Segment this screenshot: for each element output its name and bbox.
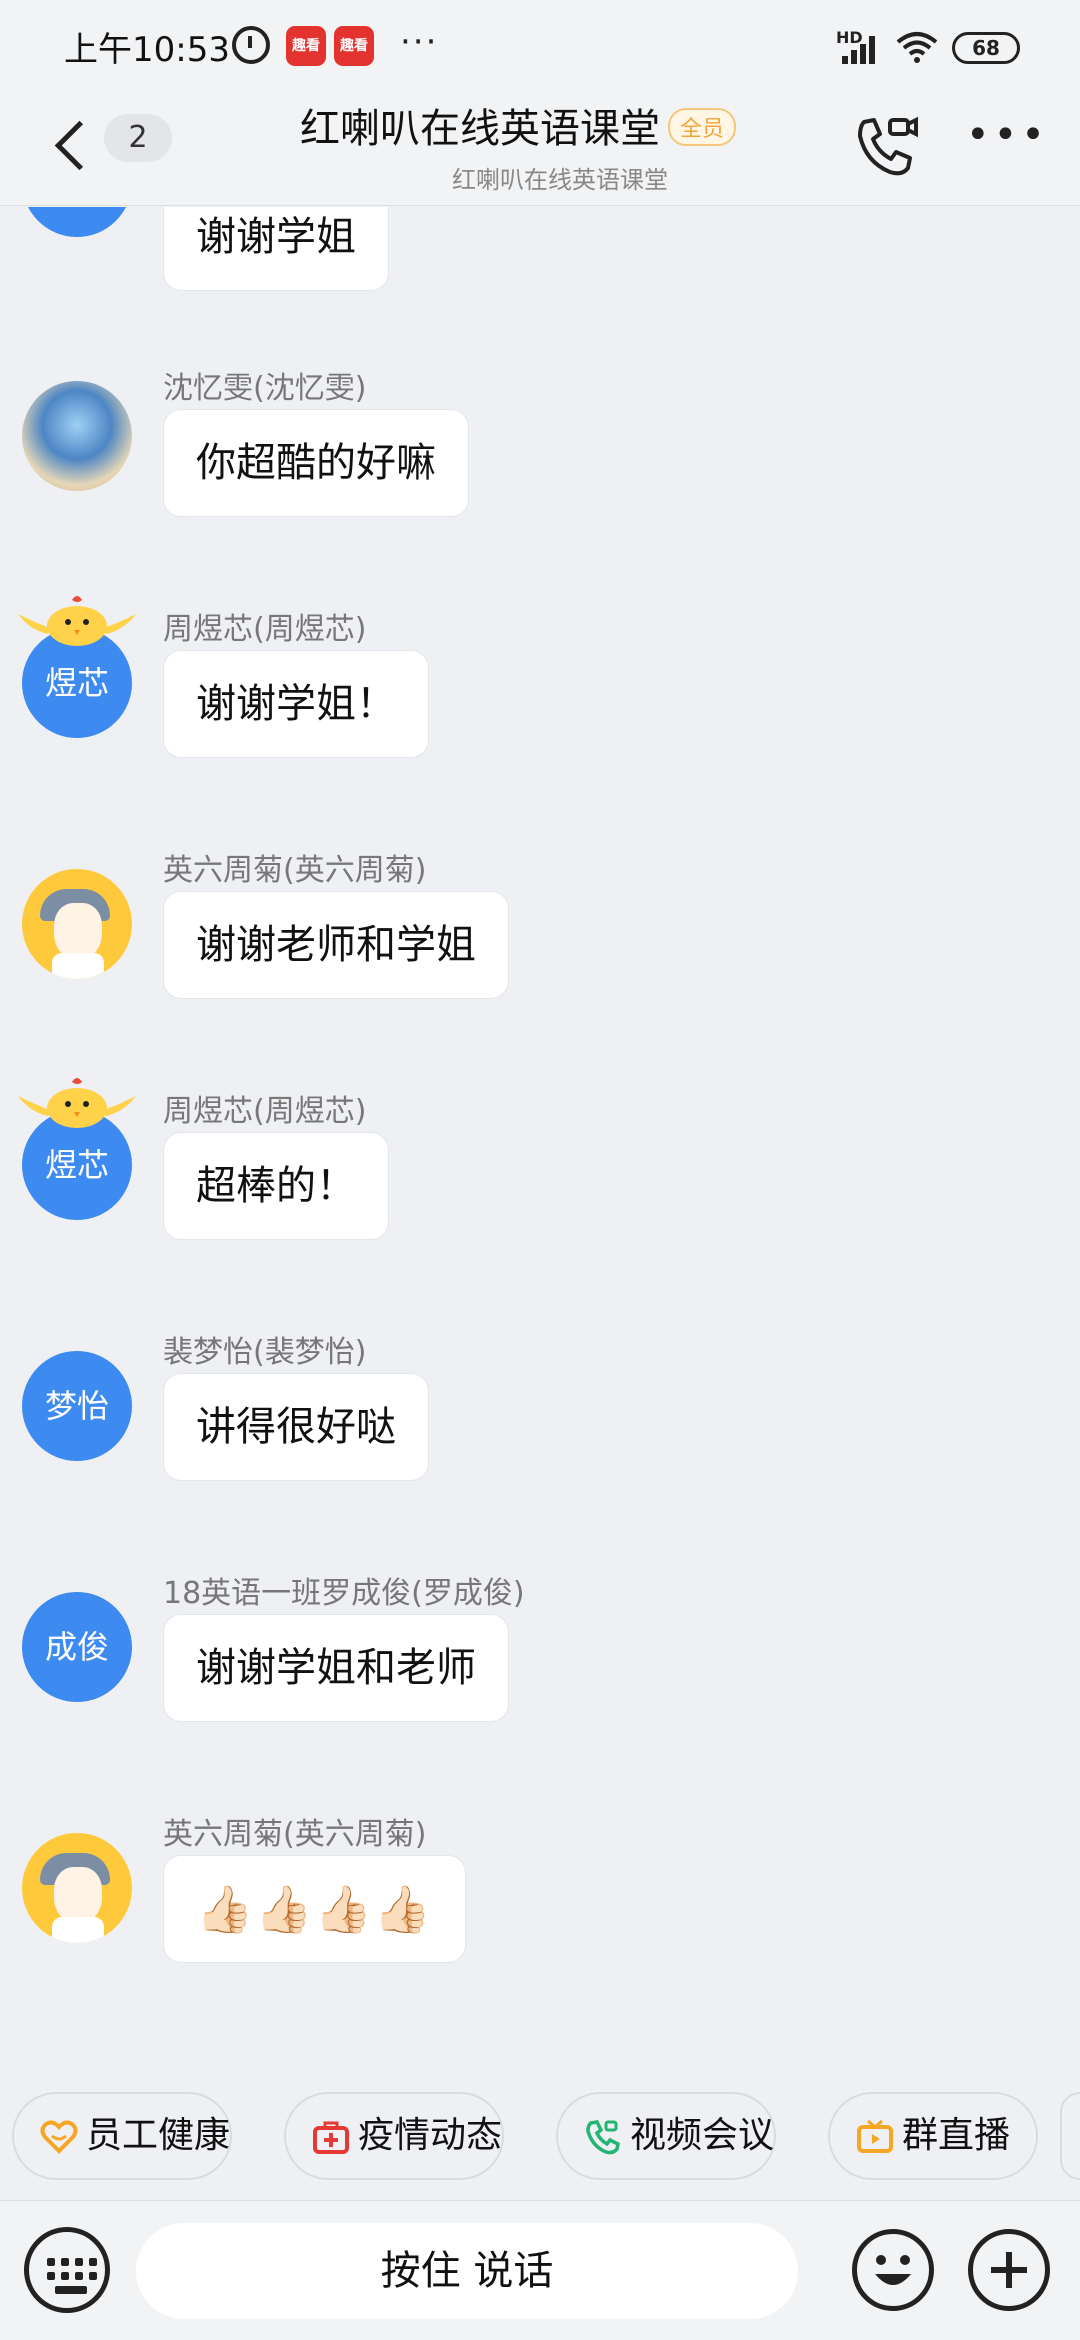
message-bubble[interactable]: 谢谢学姐！ <box>163 650 429 758</box>
sender-name: 英六周菊(英六周菊) <box>163 1817 427 1852</box>
alarm-icon <box>232 26 270 64</box>
avatar[interactable] <box>22 207 132 237</box>
shortcut-label: 疫情动态 <box>358 2115 503 2156</box>
sender-name: 英六周菊(英六周菊) <box>163 853 427 888</box>
shortcut-label: 视频会议 <box>630 2115 775 2156</box>
message-bubble[interactable]: 你超酷的好嘛 <box>163 409 469 517</box>
member-badge: 全员 <box>668 108 737 146</box>
shortcut-more[interactable] <box>1060 2092 1080 2180</box>
emoji-icon[interactable] <box>852 2229 934 2311</box>
shortcut-employee-health[interactable]: 员工健康 <box>12 2092 233 2180</box>
sender-name: 沈忆雯(沈忆雯) <box>163 371 367 406</box>
avatar[interactable]: 成俊 <box>22 1592 132 1702</box>
medical-kit-icon <box>313 2121 349 2154</box>
more-notifications-icon: ··· <box>400 22 439 62</box>
shortcut-epidemic-news[interactable]: 疫情动态 <box>284 2092 505 2180</box>
title-area[interactable]: 红喇叭在线英语课堂 全员 红喇叭在线英语课堂 <box>300 96 800 194</box>
chat-title: 红喇叭在线英语课堂 <box>300 106 660 152</box>
more-options-icon[interactable]: ••• <box>966 115 1045 170</box>
input-bar: 按住 说话 <box>0 2200 1080 2340</box>
battery-icon: 68 <box>952 32 1020 64</box>
message-bubble[interactable]: 谢谢学姐和老师 <box>163 1614 509 1722</box>
shortcut-video-meeting[interactable]: 视频会议 <box>556 2092 777 2180</box>
chick-decoration-icon <box>18 1078 136 1128</box>
message-bubble[interactable]: 👍🏻👍🏻👍🏻👍🏻 <box>163 1855 467 1963</box>
add-plus-icon[interactable] <box>968 2229 1050 2311</box>
app-notification-icon: 趣看 <box>286 26 326 66</box>
message-bubble[interactable]: 超棒的！ <box>163 1132 389 1240</box>
chat-header: 2 红喇叭在线英语课堂 全员 红喇叭在线英语课堂 ••• <box>0 90 1080 206</box>
avatar[interactable] <box>22 869 132 979</box>
chick-decoration-icon <box>18 596 136 646</box>
sender-name: 18英语一班罗成俊(罗成俊) <box>163 1576 525 1611</box>
shortcut-label: 员工健康 <box>86 2115 231 2156</box>
status-time: 上午10:53 <box>64 30 230 70</box>
avatar[interactable] <box>22 381 132 491</box>
avatar[interactable]: 梦怡 <box>22 1351 132 1461</box>
shortcut-group-live[interactable]: 群直播 <box>828 2092 1038 2180</box>
sender-name: 周煜芯(周煜芯) <box>163 1094 367 1129</box>
message-bubble[interactable]: 讲得很好哒 <box>163 1373 429 1481</box>
app-notification-icon: 趣看 <box>334 26 374 66</box>
signal-icon <box>842 34 882 64</box>
live-tv-icon <box>857 2119 893 2153</box>
video-call-icon[interactable] <box>850 112 920 182</box>
avatar[interactable] <box>22 1833 132 1943</box>
wifi-icon <box>896 32 938 63</box>
message-bubble[interactable]: 谢谢老师和学姐 <box>163 891 509 999</box>
message-bubble[interactable]: 谢谢学姐 <box>163 207 389 291</box>
sender-name: 裴梦怡(裴梦怡) <box>163 1335 367 1370</box>
hold-to-talk-button[interactable]: 按住 说话 <box>136 2223 798 2319</box>
message-list[interactable]: 谢谢学姐 沈忆雯(沈忆雯) 你超酷的好嘛 煜芯 周煜芯(周煜芯) 谢谢学姐！ 英… <box>0 207 1080 2057</box>
shortcut-label: 群直播 <box>902 2115 1011 2156</box>
sender-name: 周煜芯(周煜芯) <box>163 612 367 647</box>
unread-count-badge[interactable]: 2 <box>104 114 172 162</box>
chat-subtitle: 红喇叭在线英语课堂 <box>452 166 668 194</box>
keyboard-icon[interactable] <box>24 2227 110 2313</box>
heart-icon <box>40 2120 78 2154</box>
quick-shortcuts: 员工健康 疫情动态 视频会议 群直播 <box>0 2092 1080 2184</box>
back-arrow-icon[interactable] <box>50 118 94 178</box>
status-bar: 上午10:53 趣看 趣看 ··· HD 68 <box>0 0 1080 90</box>
video-call-icon <box>586 2120 620 2155</box>
